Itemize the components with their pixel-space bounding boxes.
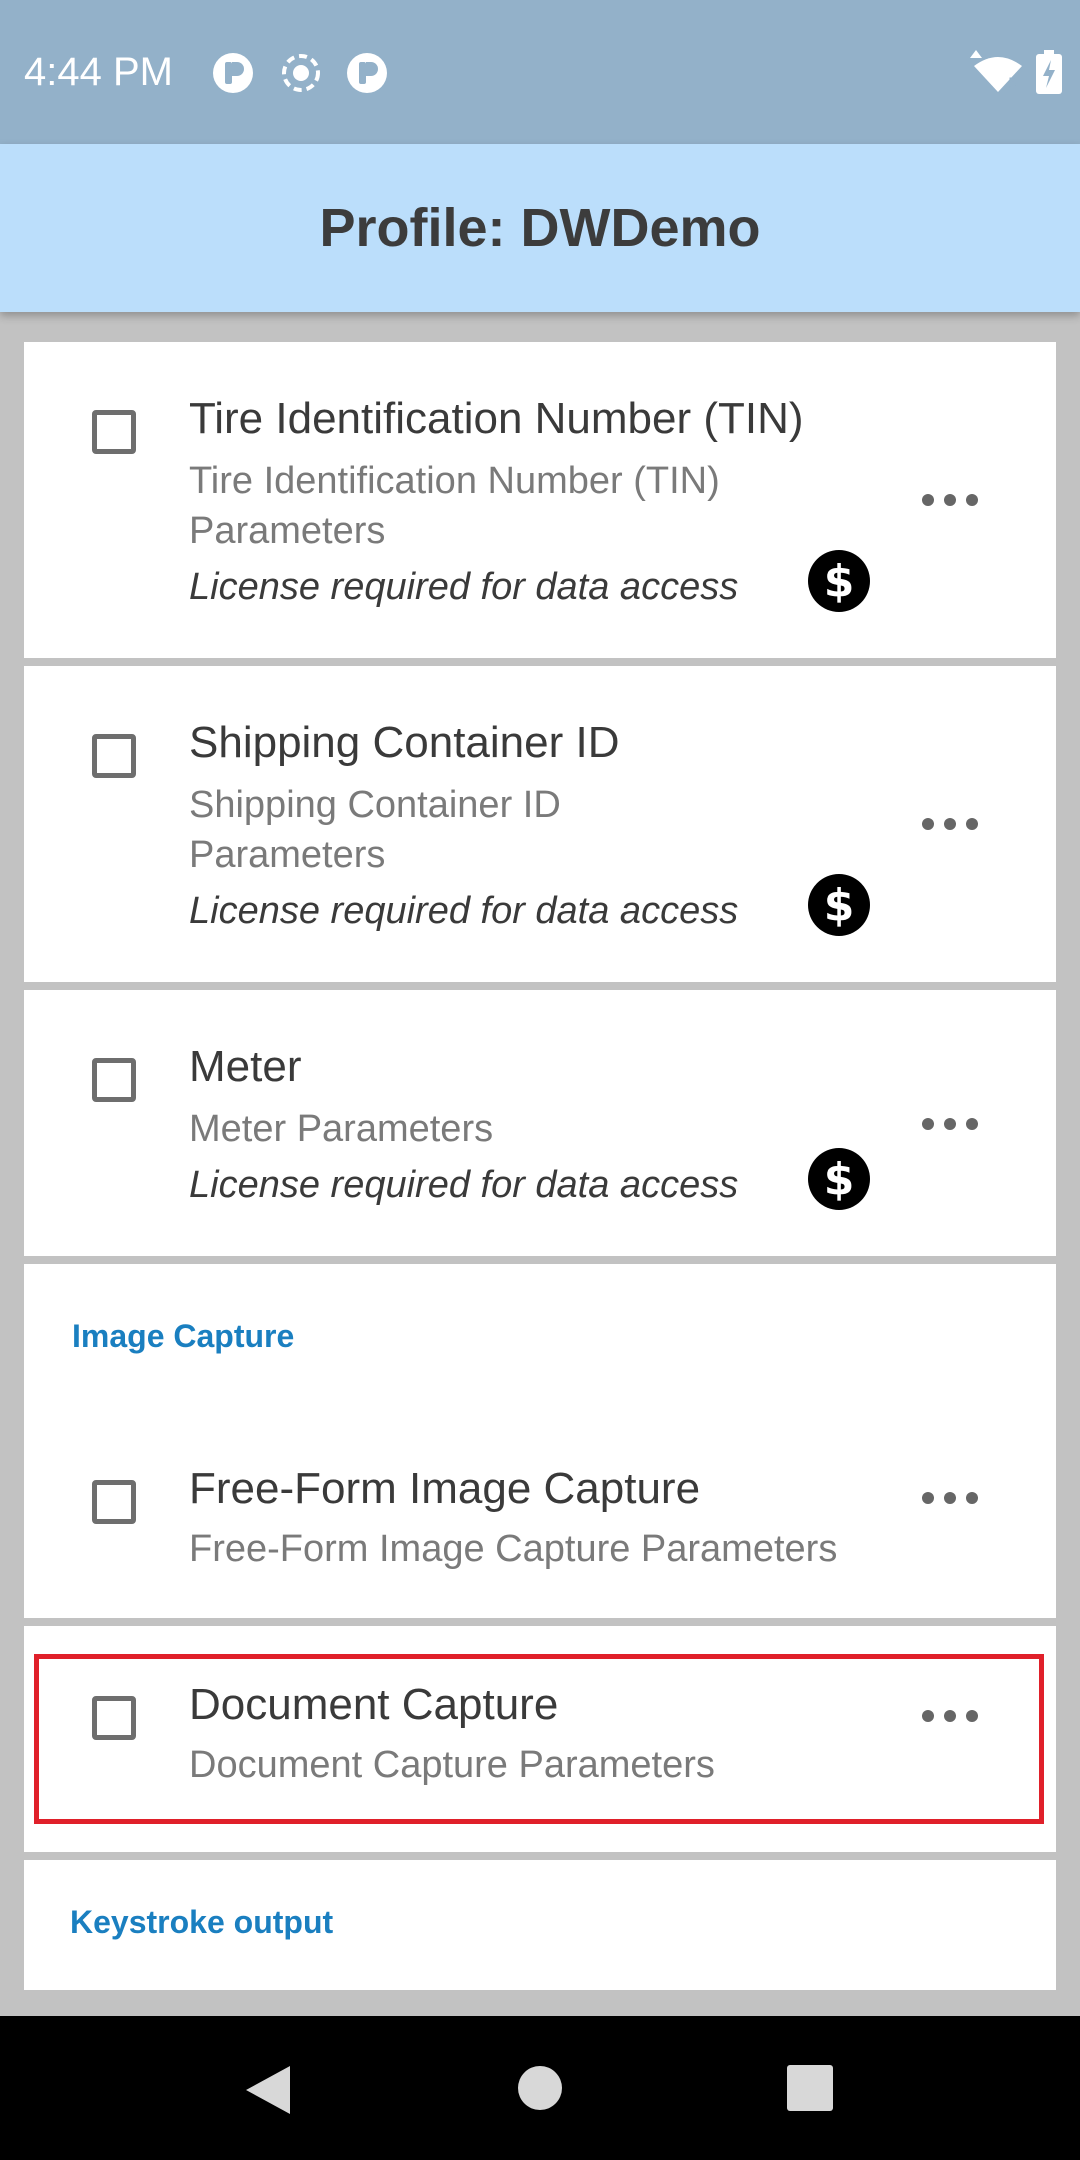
dollar-icon: $ [808,1148,870,1210]
meter-checkbox[interactable] [92,1058,136,1102]
shipping-container-checkbox[interactable] [92,734,136,778]
dollar-icon: $ [808,874,870,936]
more-options-icon[interactable] [922,1706,978,1726]
item-title: Document Capture [189,1680,559,1729]
list-item-shipping-container[interactable]: Shipping Container ID Shipping Container… [24,666,1056,982]
status-time: 4:44 PM [24,50,173,94]
item-license-note: License required for data access [189,890,739,932]
app-notification-icon-2 [347,53,387,93]
item-subtitle: Meter Parameters [189,1108,494,1150]
item-license-note: License required for data access [189,566,739,608]
section-label-keystroke-output: Keystroke output [70,1904,334,1940]
more-options-icon[interactable] [922,1114,978,1134]
back-icon[interactable] [244,2064,292,2116]
list-item-tin[interactable]: Tire Identification Number (TIN) Tire Id… [24,342,1056,658]
section-keystroke-output: Keystroke output [24,1860,1056,1990]
wifi-icon: 5 [970,50,1022,92]
app-bar: Profile: DWDemo [0,144,1080,312]
list-item-free-form-image-capture[interactable]: Free-Form Image Capture Free-Form Image … [24,1414,1056,1618]
item-license-note: License required for data access [189,1164,739,1206]
item-subtitle: Free-Form Image Capture Parameters [189,1528,838,1570]
more-options-icon[interactable] [922,1488,978,1508]
status-bar: 4:44 PM 5 [0,0,1080,144]
item-title: Shipping Container ID [189,718,620,767]
item-subtitle: Tire Identification Number (TIN) Paramet… [189,460,720,552]
home-icon[interactable] [516,2064,564,2112]
screen-record-icon [282,54,320,92]
app-notification-icon [213,53,253,93]
free-form-checkbox[interactable] [92,1480,136,1524]
tin-checkbox[interactable] [92,410,136,454]
status-right: 5 [968,50,1062,94]
item-title: Meter [189,1042,302,1091]
document-capture-checkbox[interactable] [92,1696,136,1740]
item-title: Free-Form Image Capture [189,1464,701,1513]
page-title: Profile: DWDemo [319,198,761,258]
network-badge: 5 [1008,76,1017,92]
section-label-image-capture: Image Capture [72,1318,295,1354]
dollar-icon: $ [808,550,870,612]
item-title: Tire Identification Number (TIN) [189,394,804,443]
more-options-icon[interactable] [922,490,978,510]
list-item-document-capture[interactable]: Document Capture Document Capture Parame… [24,1626,1056,1852]
item-subtitle: Document Capture Parameters [189,1744,715,1786]
list-item-meter[interactable]: Meter Meter Parameters License required … [24,990,1056,1256]
section-image-capture: Image Capture Free-Form Image Capture Fr… [24,1264,1056,1618]
navigation-bar [0,2016,1080,2160]
more-options-icon[interactable] [922,814,978,834]
recents-icon[interactable] [786,2064,834,2112]
battery-charging-icon [1036,50,1062,94]
item-subtitle: Shipping Container ID Parameters [189,784,561,876]
